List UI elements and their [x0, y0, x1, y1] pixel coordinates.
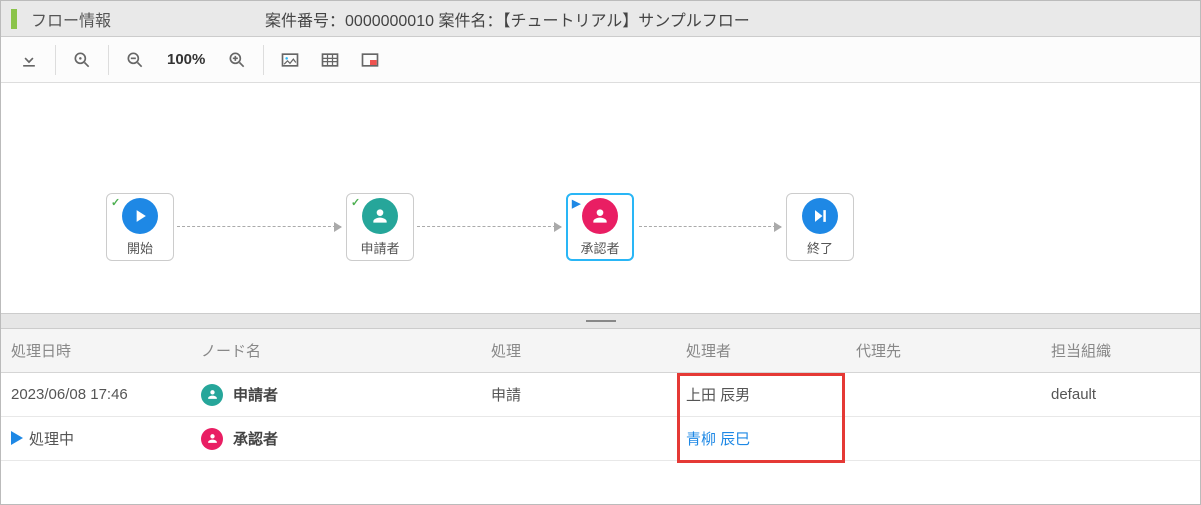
- check-icon: ✓: [351, 196, 360, 209]
- flow-node-approver[interactable]: ▶ 承認者: [566, 193, 634, 261]
- cell-action: 申請: [481, 384, 676, 405]
- cell-datetime: 2023/06/08 17:46: [1, 386, 191, 403]
- col-operator: 処理者: [676, 340, 846, 361]
- panel-icon: [360, 50, 380, 70]
- pane-splitter[interactable]: [1, 313, 1200, 329]
- node-label: 終了: [807, 238, 833, 257]
- person-circle-icon: [201, 428, 223, 450]
- person-circle-icon: [362, 198, 398, 234]
- table-header: 処理日時 ノード名 処理 処理者 代理先 担当組織: [1, 329, 1200, 373]
- title-marker: [11, 9, 17, 29]
- zoom-level: 100%: [155, 51, 217, 68]
- flow-node-start[interactable]: ✓ 開始: [106, 193, 174, 261]
- flow-canvas[interactable]: ✓ 開始 ✓ 申請者 ▶ 承認者 終了: [1, 83, 1200, 313]
- window-subtitle: 案件番号：0000000010 案件名：【チュートリアル】サンプルフロー: [265, 7, 750, 31]
- col-action: 処理: [481, 340, 676, 361]
- flow-node-applicant[interactable]: ✓ 申請者: [346, 193, 414, 261]
- play-triangle-icon: [11, 431, 23, 445]
- cell-node: 承認者: [191, 428, 481, 450]
- cell-status-label: 処理中: [29, 431, 74, 448]
- zoom-out-button[interactable]: [115, 38, 155, 82]
- check-icon: ✓: [111, 196, 120, 209]
- cell-node-label: 承認者: [233, 428, 278, 449]
- node-label: 承認者: [580, 238, 619, 257]
- play-badge-icon: ▶: [572, 197, 580, 210]
- cell-datetime: 処理中: [1, 428, 191, 449]
- flow-arrow: [639, 226, 781, 228]
- zoom-in-button[interactable]: [217, 38, 257, 82]
- play-circle-icon: [122, 198, 158, 234]
- view-flow-button[interactable]: [270, 38, 310, 82]
- cell-operator-link[interactable]: 青柳 辰巳: [676, 428, 846, 449]
- col-node: ノード名: [191, 340, 481, 361]
- grip-icon: [586, 320, 616, 322]
- table-icon: [320, 50, 340, 70]
- cell-node: 申請者: [191, 384, 481, 406]
- history-table: 処理日時 ノード名 処理 処理者 代理先 担当組織 2023/06/08 17:…: [1, 329, 1200, 504]
- view-table-button[interactable]: [310, 38, 350, 82]
- window-title: フロー情報: [31, 7, 111, 31]
- person-circle-icon: [582, 198, 618, 234]
- col-proxy: 代理先: [846, 340, 1041, 361]
- node-label: 開始: [127, 238, 153, 257]
- fit-zoom-button[interactable]: [62, 38, 102, 82]
- cell-operator: 上田 辰男: [676, 384, 846, 405]
- image-box-icon: [280, 50, 300, 70]
- cell-node-label: 申請者: [233, 384, 278, 405]
- node-label: 申請者: [360, 238, 399, 257]
- col-datetime: 処理日時: [1, 340, 191, 361]
- flow-arrow: [417, 226, 561, 228]
- table-row[interactable]: 処理中 承認者 青柳 辰巳: [1, 417, 1200, 461]
- zoom-out-icon: [125, 50, 145, 70]
- titlebar: フロー情報 案件番号：0000000010 案件名：【チュートリアル】サンプルフ…: [1, 1, 1200, 37]
- toolbar: 100%: [1, 37, 1200, 83]
- person-circle-icon: [201, 384, 223, 406]
- toolbar-separator: [55, 45, 56, 75]
- table-row[interactable]: 2023/06/08 17:46 申請者 申請 上田 辰男 default: [1, 373, 1200, 417]
- flow-node-end[interactable]: 終了: [786, 193, 854, 261]
- download-button[interactable]: [9, 38, 49, 82]
- col-org: 担当組織: [1041, 340, 1200, 361]
- toolbar-separator: [108, 45, 109, 75]
- view-detail-button[interactable]: [350, 38, 390, 82]
- app-window: フロー情報 案件番号：0000000010 案件名：【チュートリアル】サンプルフ…: [0, 0, 1201, 505]
- toolbar-separator: [263, 45, 264, 75]
- magnifier-target-icon: [72, 50, 92, 70]
- cell-org: default: [1041, 386, 1200, 403]
- flow-arrow: [177, 226, 341, 228]
- skip-end-icon: [802, 198, 838, 234]
- download-icon: [19, 50, 39, 70]
- zoom-in-icon: [227, 50, 247, 70]
